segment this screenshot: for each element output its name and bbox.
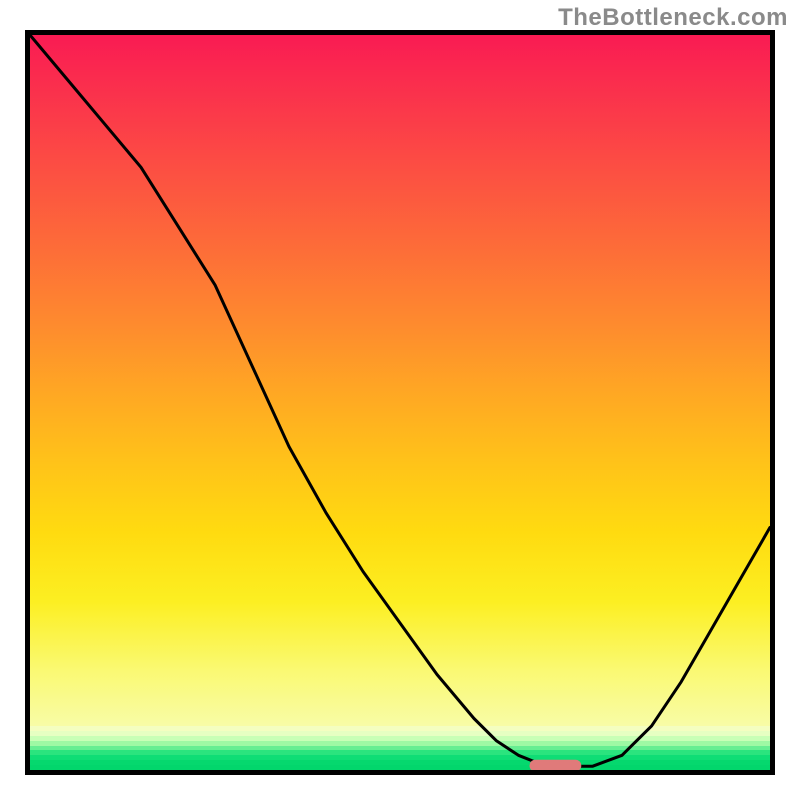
optimal-marker [530,760,582,770]
plot-frame [25,30,775,775]
bottleneck-curve [30,35,770,766]
chart-stage: TheBottleneck.com [0,0,800,800]
watermark-text: TheBottleneck.com [558,4,788,32]
curve-layer [30,35,770,770]
